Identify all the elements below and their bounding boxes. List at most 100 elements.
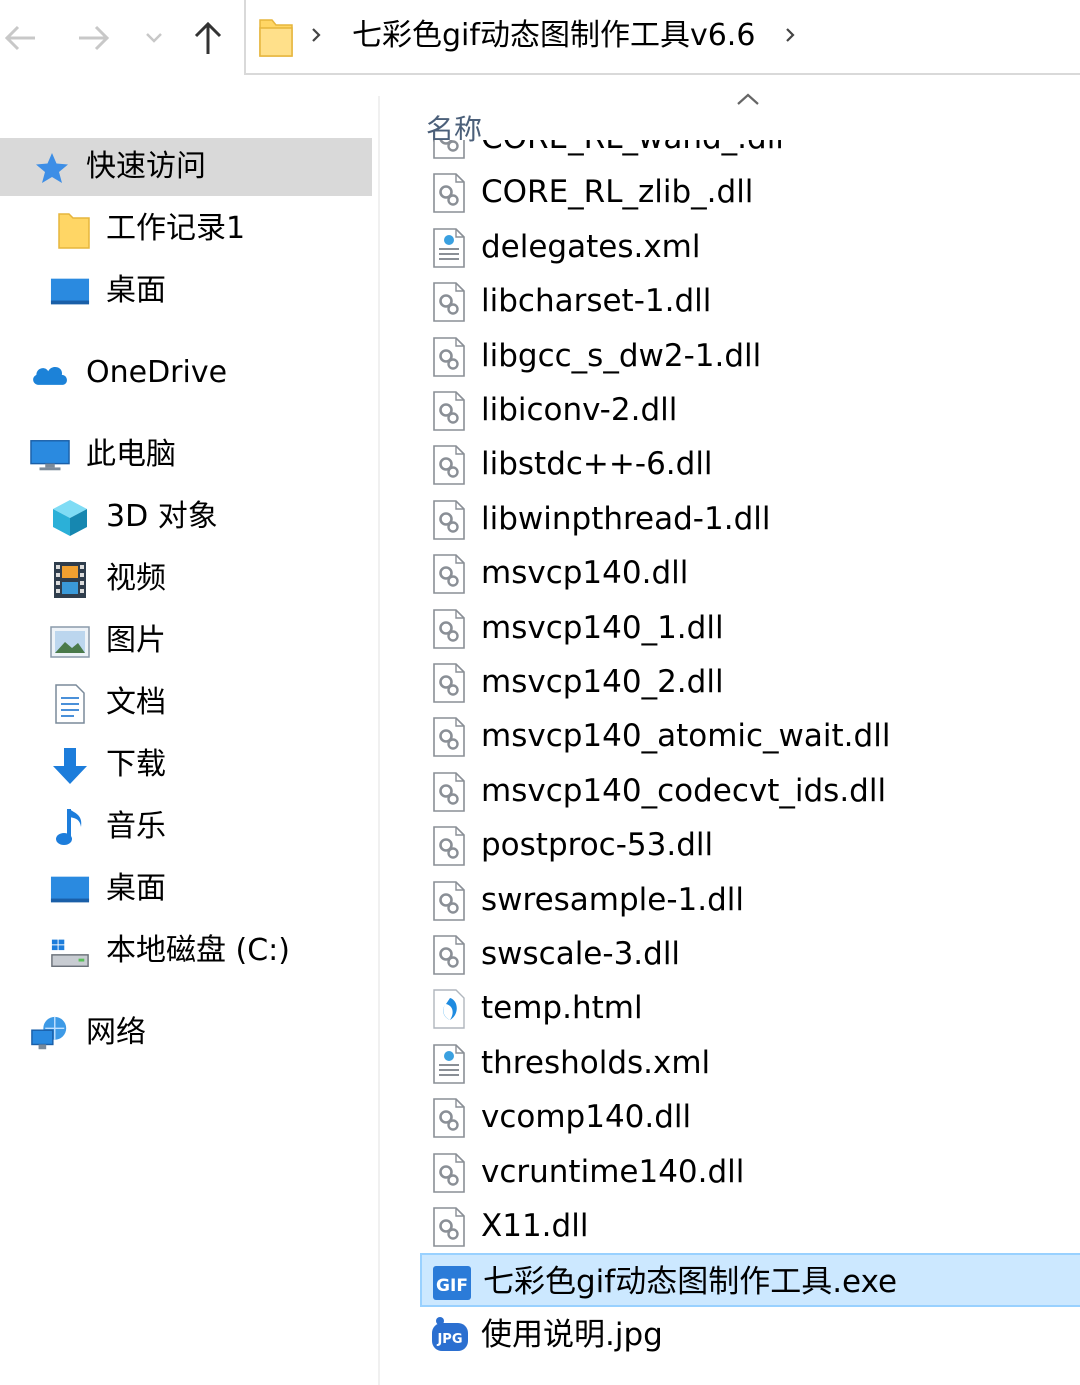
file-name: thresholds.xml — [481, 1044, 711, 1081]
file-name: X11.dll — [481, 1208, 589, 1244]
file-row[interactable]: X11.dll — [420, 1199, 1080, 1253]
desktop-icon — [50, 872, 90, 908]
nav-item-this-pc[interactable]: 此电脑 — [0, 426, 372, 484]
nav-label: OneDrive — [86, 355, 228, 390]
file-row[interactable]: vcomp140.dll — [420, 1090, 1080, 1144]
file-name: vcruntime140.dll — [481, 1153, 745, 1190]
nav-label: 桌面 — [106, 871, 166, 906]
file-row[interactable]: libwinpthread-1.dll — [420, 492, 1080, 546]
nav-item-music[interactable]: 音乐 — [0, 798, 372, 856]
file-name: 七彩色gif动态图制作工具.exe — [483, 1264, 898, 1301]
file-row[interactable]: CORE_RL_zlib_.dll — [420, 165, 1080, 219]
file-row[interactable]: msvcp140_2.dll — [420, 655, 1080, 709]
folder-icon — [54, 212, 94, 249]
arrow-right-icon — [79, 25, 110, 51]
dll-icon — [430, 825, 468, 867]
file-row[interactable]: swresample-1.dll — [420, 873, 1080, 927]
folder-icon — [259, 19, 293, 57]
download-icon — [50, 748, 90, 784]
recent-locations-button[interactable] — [136, 14, 172, 62]
file-name: swscale-3.dll — [481, 936, 681, 972]
nav-label: 工作记录1 — [106, 211, 246, 246]
computer-icon — [30, 438, 70, 474]
picture-icon — [50, 624, 90, 660]
file-name: CORE_RL_zlib_.dll — [481, 174, 754, 211]
file-name: libstdc++-6.dll — [481, 446, 713, 483]
file-name: CORE_RL_wand_.dll — [481, 140, 784, 165]
file-row[interactable]: JPG 使用说明.jpg — [420, 1308, 1080, 1362]
dll-icon — [430, 499, 468, 541]
html-icon — [430, 988, 468, 1030]
file-row[interactable]: vcruntime140.dll — [420, 1145, 1080, 1199]
nav-label: 视频 — [106, 561, 166, 596]
document-icon — [50, 684, 90, 724]
jpg-icon: JPG — [430, 1315, 468, 1357]
file-name: msvcp140_1.dll — [481, 609, 724, 646]
nav-item-pictures[interactable]: 图片 — [0, 612, 372, 670]
file-row[interactable]: libstdc++-6.dll — [420, 437, 1080, 491]
nav-item-3d-objects[interactable]: 3D 对象 — [0, 488, 372, 546]
nav-item-videos[interactable]: 视频 — [0, 550, 372, 608]
file-row[interactable]: postproc-53.dll — [420, 818, 1080, 872]
up-button[interactable] — [188, 14, 228, 62]
nav-item-desktop-2[interactable]: 桌面 — [0, 860, 372, 918]
file-row[interactable]: libiconv-2.dll — [420, 383, 1080, 437]
xml-icon — [430, 1043, 468, 1085]
breadcrumb[interactable]: 七彩色gif动态图制作工具v6.6 — [352, 14, 755, 58]
nav-item-quick-access[interactable]: 快速访问 — [0, 138, 372, 196]
drive-icon — [50, 934, 90, 970]
file-row[interactable]: msvcp140_codecvt_ids.dll — [420, 764, 1080, 818]
file-row[interactable]: thresholds.xml — [420, 1036, 1080, 1090]
dll-icon — [430, 880, 468, 922]
dll-icon — [430, 716, 468, 758]
nav-item-local-disk-c[interactable]: 本地磁盘 (C:) — [0, 922, 372, 980]
file-name: msvcp140_atomic_wait.dll — [481, 718, 891, 755]
nav-label: 文档 — [106, 685, 166, 720]
navigation-toolbar: 七彩色gif动态图制作工具v6.6 — [0, 0, 1080, 78]
back-button[interactable] — [0, 14, 40, 62]
file-row[interactable]: CORE_RL_wand_.dll — [420, 140, 1080, 165]
dll-icon — [430, 1152, 468, 1194]
file-name: libcharset-1.dll — [481, 283, 712, 320]
cube-icon — [50, 500, 90, 536]
file-row[interactable]: temp.html — [420, 981, 1080, 1035]
file-row[interactable]: GIF 七彩色gif动态图制作工具.exe — [420, 1253, 1080, 1308]
forward-button[interactable] — [74, 14, 114, 62]
file-name: postproc-53.dll — [481, 827, 714, 864]
nav-label: 本地磁盘 (C:) — [106, 933, 290, 968]
file-row[interactable]: libgcc_s_dw2-1.dll — [420, 329, 1080, 383]
dll-icon — [430, 662, 468, 704]
dll-icon — [430, 934, 468, 976]
chevron-right-icon — [312, 28, 321, 42]
nav-item-onedrive[interactable]: OneDrive — [0, 344, 372, 402]
nav-label: 图片 — [106, 623, 166, 658]
nav-label: 桌面 — [106, 273, 166, 308]
file-row[interactable]: msvcp140_1.dll — [420, 601, 1080, 655]
nav-label: 音乐 — [106, 809, 166, 844]
navigation-pane: 快速访问 工作记录1 桌面 OneDrive 此电脑 3D 对象 视频 图片 文… — [0, 78, 378, 1385]
file-name: 使用说明.jpg — [481, 1316, 663, 1353]
chevron-right-icon[interactable] — [784, 20, 796, 50]
nav-item-work-log[interactable]: 工作记录1 — [0, 200, 372, 258]
nav-item-documents[interactable]: 文档 — [0, 674, 372, 732]
dll-icon — [430, 281, 468, 323]
dll-icon — [430, 608, 468, 650]
pane-divider[interactable] — [378, 96, 380, 1385]
arrow-up-icon — [194, 21, 222, 54]
dll-icon — [430, 444, 468, 486]
nav-item-network[interactable]: 网络 — [0, 1004, 372, 1062]
file-row[interactable]: libcharset-1.dll — [420, 274, 1080, 328]
nav-item-desktop[interactable]: 桌面 — [0, 262, 372, 320]
address-bar[interactable]: 七彩色gif动态图制作工具v6.6 — [244, 0, 1080, 75]
file-row[interactable]: swscale-3.dll — [420, 927, 1080, 981]
nav-item-downloads[interactable]: 下载 — [0, 736, 372, 794]
file-row[interactable]: msvcp140_atomic_wait.dll — [420, 709, 1080, 763]
svg-text:JPG: JPG — [436, 1332, 462, 1347]
dll-icon — [430, 1097, 468, 1139]
network-icon — [30, 1016, 70, 1052]
cloud-icon — [30, 356, 70, 392]
file-name: msvcp140_2.dll — [481, 664, 724, 700]
file-row[interactable]: delegates.xml — [420, 220, 1080, 274]
file-name: vcomp140.dll — [481, 1099, 692, 1136]
file-row[interactable]: msvcp140.dll — [420, 546, 1080, 600]
